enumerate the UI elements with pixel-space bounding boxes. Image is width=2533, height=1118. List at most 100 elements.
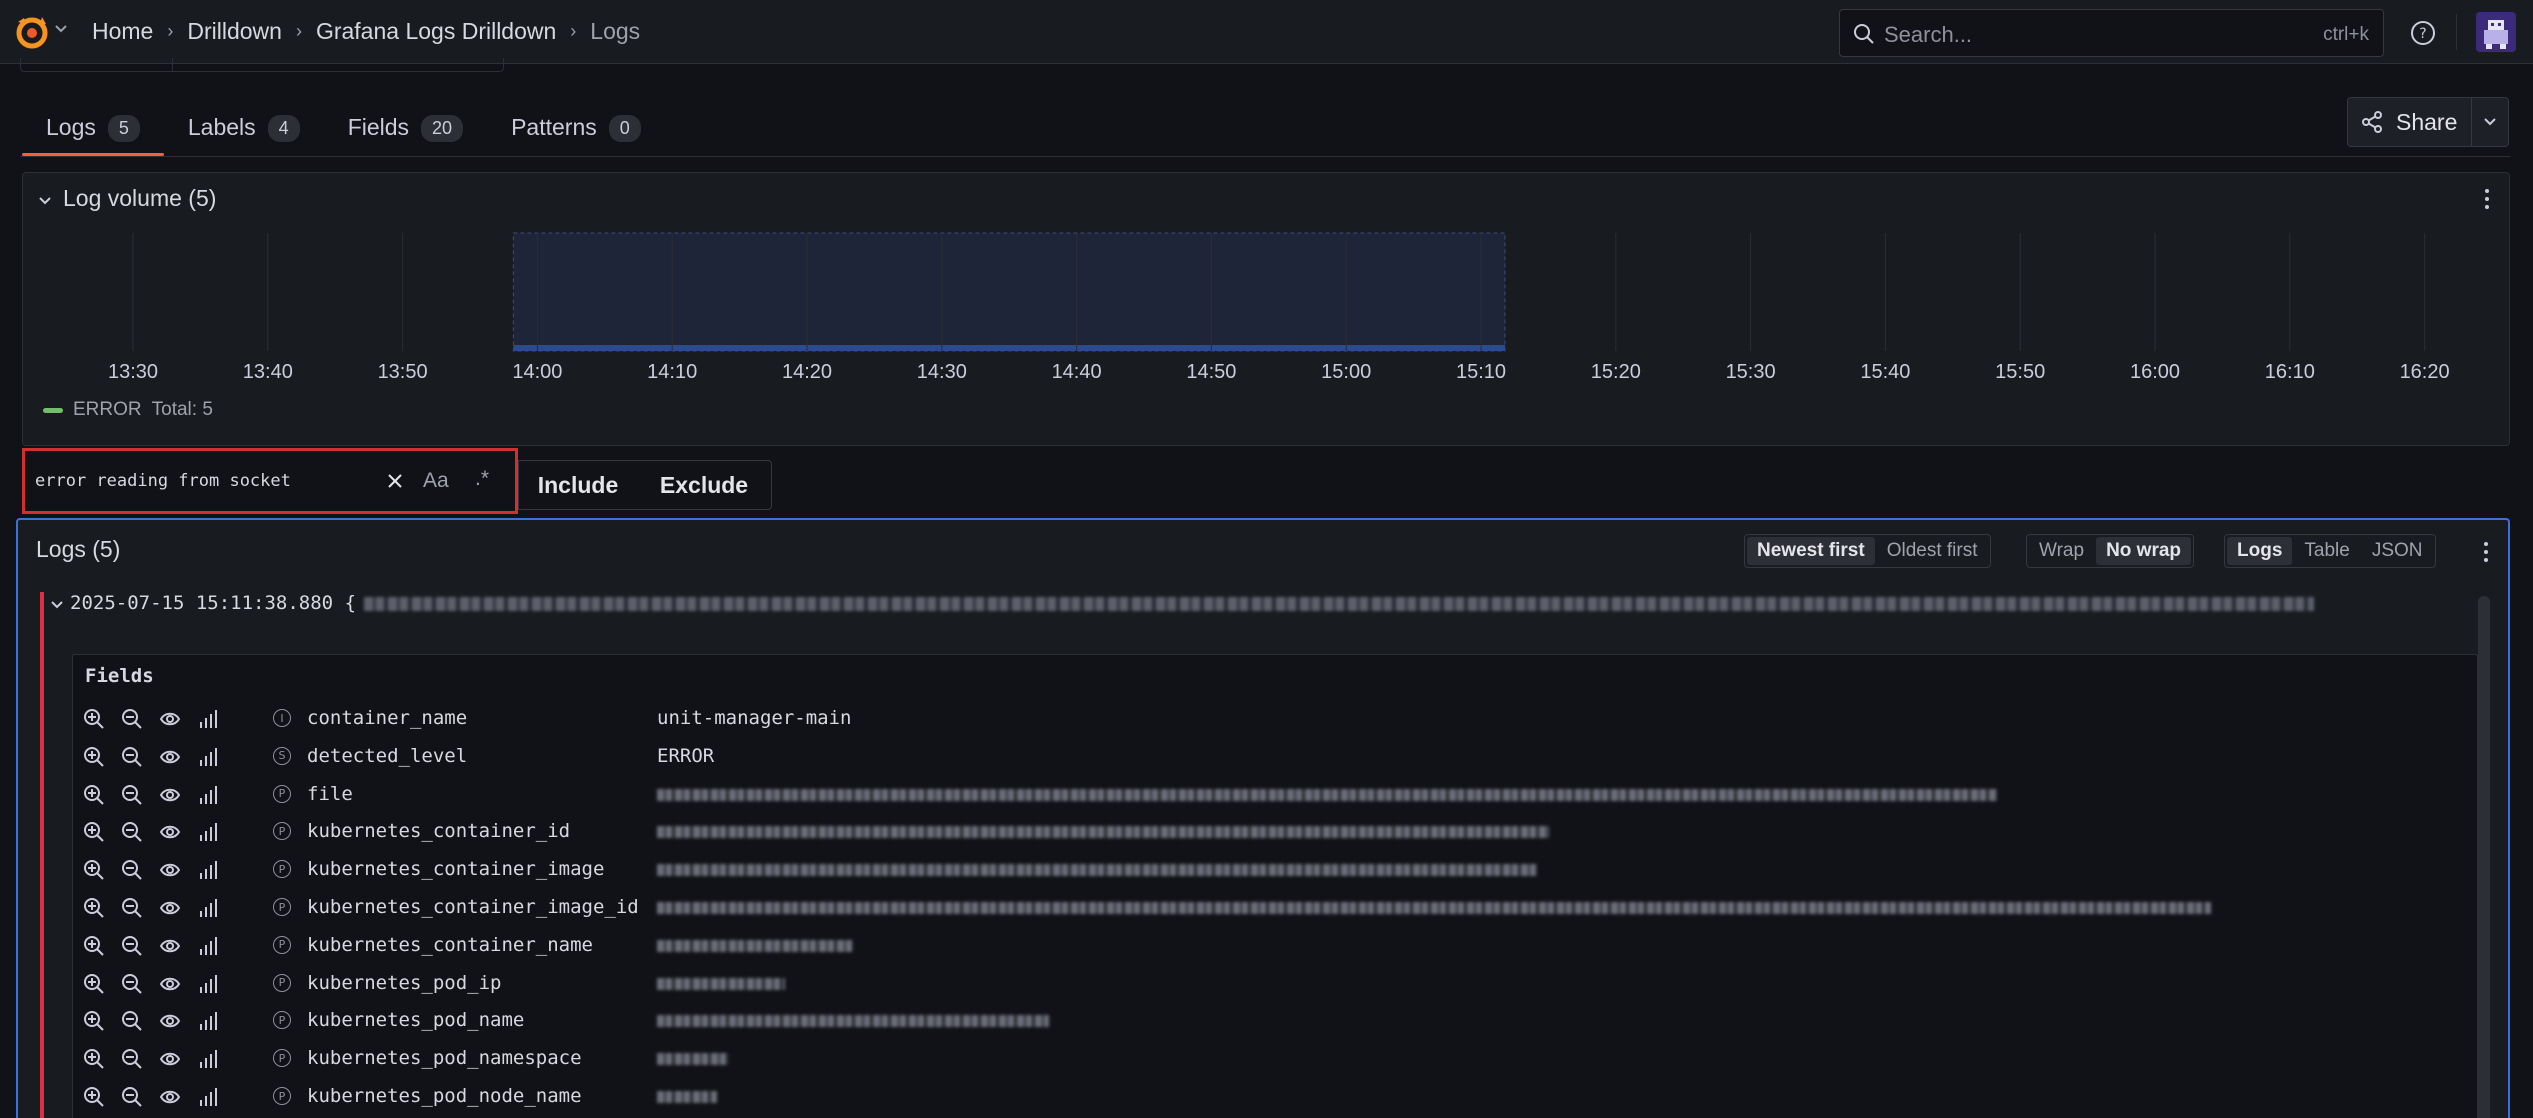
field-type-icon: I bbox=[273, 709, 291, 727]
zoom-in-icon[interactable] bbox=[83, 821, 105, 843]
log-scrollbar[interactable] bbox=[2478, 596, 2490, 1118]
view-table[interactable]: Table bbox=[2294, 537, 2359, 565]
filter-bar-stub bbox=[20, 58, 504, 72]
zoom-in-icon[interactable] bbox=[83, 708, 105, 730]
x-tick-label: 16:10 bbox=[2265, 361, 2315, 383]
grafana-logo-icon[interactable] bbox=[12, 14, 52, 50]
stats-icon[interactable] bbox=[197, 708, 219, 730]
zoom-in-icon[interactable] bbox=[83, 784, 105, 806]
stats-icon[interactable] bbox=[197, 746, 219, 768]
no-wrap-option[interactable]: No wrap bbox=[2096, 537, 2192, 565]
zoom-in-icon[interactable] bbox=[83, 935, 105, 957]
log-timestamp: 2025-07-15 15:11:38.880 bbox=[70, 592, 334, 614]
stats-icon[interactable] bbox=[197, 859, 219, 881]
field-row: Sdetected_level ERROR bbox=[73, 737, 2473, 775]
clear-icon[interactable] bbox=[385, 471, 405, 491]
field-row: Pkubernetes_container_name bbox=[73, 926, 2473, 964]
zoom-out-icon[interactable] bbox=[121, 1048, 143, 1070]
zoom-in-icon[interactable] bbox=[83, 1048, 105, 1070]
zoom-out-icon[interactable] bbox=[121, 1086, 143, 1108]
zoom-out-icon[interactable] bbox=[121, 708, 143, 730]
share-button[interactable]: Share bbox=[2348, 98, 2472, 146]
stats-icon[interactable] bbox=[197, 935, 219, 957]
stats-icon[interactable] bbox=[197, 784, 219, 806]
zoom-in-icon[interactable] bbox=[83, 897, 105, 919]
stats-icon[interactable] bbox=[197, 973, 219, 995]
zoom-out-icon[interactable] bbox=[121, 973, 143, 995]
zoom-in-icon[interactable] bbox=[83, 746, 105, 768]
tab-fields[interactable]: Fields 20 bbox=[324, 106, 487, 156]
field-value: unit-manager-main bbox=[657, 707, 852, 729]
global-search-input[interactable]: Search... ctrl+k bbox=[1839, 9, 2384, 57]
eye-icon[interactable] bbox=[159, 821, 181, 843]
search-shortcut: ctrl+k bbox=[2323, 24, 2369, 45]
log-row[interactable]: 2025-07-15 15:11:38.880 { bbox=[70, 592, 2315, 614]
sort-order-toggle: Newest first Oldest first bbox=[1744, 534, 1991, 568]
exclude-button[interactable]: Exclude bbox=[637, 461, 771, 509]
eye-icon[interactable] bbox=[159, 1086, 181, 1108]
zoom-in-icon[interactable] bbox=[83, 973, 105, 995]
field-type-icon: P bbox=[273, 784, 291, 803]
zoom-out-icon[interactable] bbox=[121, 859, 143, 881]
zoom-in-icon[interactable] bbox=[83, 859, 105, 881]
volume-bar[interactable] bbox=[513, 345, 1505, 351]
tab-patterns[interactable]: Patterns 0 bbox=[487, 106, 665, 156]
logs-panel: Logs (5) Newest first Oldest first Wrap … bbox=[16, 518, 2510, 1118]
zoom-out-icon[interactable] bbox=[121, 1010, 143, 1032]
eye-icon[interactable] bbox=[159, 1010, 181, 1032]
log-volume-chart[interactable]: 13:30 13:40 13:50 14:00 14:10 14:20 14:30 14:40… bbox=[23, 173, 2511, 393]
search-placeholder: Search... bbox=[1884, 22, 1973, 47]
chevron-down-icon[interactable] bbox=[54, 22, 68, 36]
expand-log-chevron-icon[interactable] bbox=[50, 598, 64, 612]
help-icon[interactable]: ? bbox=[2410, 20, 2436, 46]
wrap-option[interactable]: Wrap bbox=[2029, 537, 2094, 565]
eye-icon[interactable] bbox=[159, 859, 181, 881]
view-json[interactable]: JSON bbox=[2362, 537, 2433, 565]
tab-logs[interactable]: Logs 5 bbox=[22, 106, 164, 156]
legend-label[interactable]: ERROR bbox=[73, 399, 142, 421]
eye-icon[interactable] bbox=[159, 746, 181, 768]
include-button[interactable]: Include bbox=[519, 461, 637, 509]
breadcrumb-drilldown[interactable]: Drilldown bbox=[187, 18, 282, 45]
stats-icon[interactable] bbox=[197, 897, 219, 919]
logs-panel-menu-icon[interactable] bbox=[2482, 540, 2490, 564]
eye-icon[interactable] bbox=[159, 708, 181, 730]
zoom-out-icon[interactable] bbox=[121, 746, 143, 768]
case-sensitive-toggle[interactable]: Aa bbox=[423, 469, 449, 493]
stats-icon[interactable] bbox=[197, 1010, 219, 1032]
stats-icon[interactable] bbox=[197, 821, 219, 843]
field-row: Pkubernetes_container_id bbox=[73, 812, 2473, 850]
stats-icon[interactable] bbox=[197, 1086, 219, 1108]
zoom-out-icon[interactable] bbox=[121, 821, 143, 843]
sort-newest-first[interactable]: Newest first bbox=[1747, 537, 1875, 565]
tab-labels[interactable]: Labels 4 bbox=[164, 106, 324, 156]
eye-icon[interactable] bbox=[159, 897, 181, 919]
zoom-in-icon[interactable] bbox=[83, 1010, 105, 1032]
regex-toggle[interactable]: .* bbox=[475, 467, 489, 491]
eye-icon[interactable] bbox=[159, 784, 181, 806]
breadcrumb: Home › Drilldown › Grafana Logs Drilldow… bbox=[92, 18, 640, 45]
field-row: Icontainer_name unit-manager-main bbox=[73, 699, 2473, 737]
zoom-out-icon[interactable] bbox=[121, 935, 143, 957]
highlighted-range[interactable] bbox=[512, 232, 1506, 352]
zoom-in-icon[interactable] bbox=[83, 1086, 105, 1108]
zoom-out-icon[interactable] bbox=[121, 897, 143, 919]
legend-swatch-error[interactable] bbox=[43, 407, 63, 413]
breadcrumb-logs: Logs bbox=[590, 18, 641, 44]
eye-icon[interactable] bbox=[159, 935, 181, 957]
user-avatar[interactable] bbox=[2476, 12, 2516, 52]
sort-oldest-first[interactable]: Oldest first bbox=[1877, 537, 1988, 565]
view-logs[interactable]: Logs bbox=[2227, 537, 2293, 565]
zoom-out-icon[interactable] bbox=[121, 784, 143, 806]
stats-icon[interactable] bbox=[197, 1048, 219, 1070]
breadcrumb-home[interactable]: Home bbox=[92, 18, 153, 45]
line-filter-input[interactable]: error reading from socket bbox=[35, 471, 291, 491]
eye-icon[interactable] bbox=[159, 973, 181, 995]
eye-icon[interactable] bbox=[159, 1048, 181, 1070]
field-row: Pfile bbox=[73, 775, 2473, 813]
breadcrumb-logs-drilldown[interactable]: Grafana Logs Drilldown bbox=[316, 18, 556, 45]
field-row: Pkubernetes_pod_node_name bbox=[73, 1077, 2473, 1115]
field-type-icon: P bbox=[273, 1049, 291, 1068]
x-tick-label: 15:10 bbox=[1456, 361, 1506, 383]
share-dropdown-button[interactable] bbox=[2472, 98, 2508, 146]
